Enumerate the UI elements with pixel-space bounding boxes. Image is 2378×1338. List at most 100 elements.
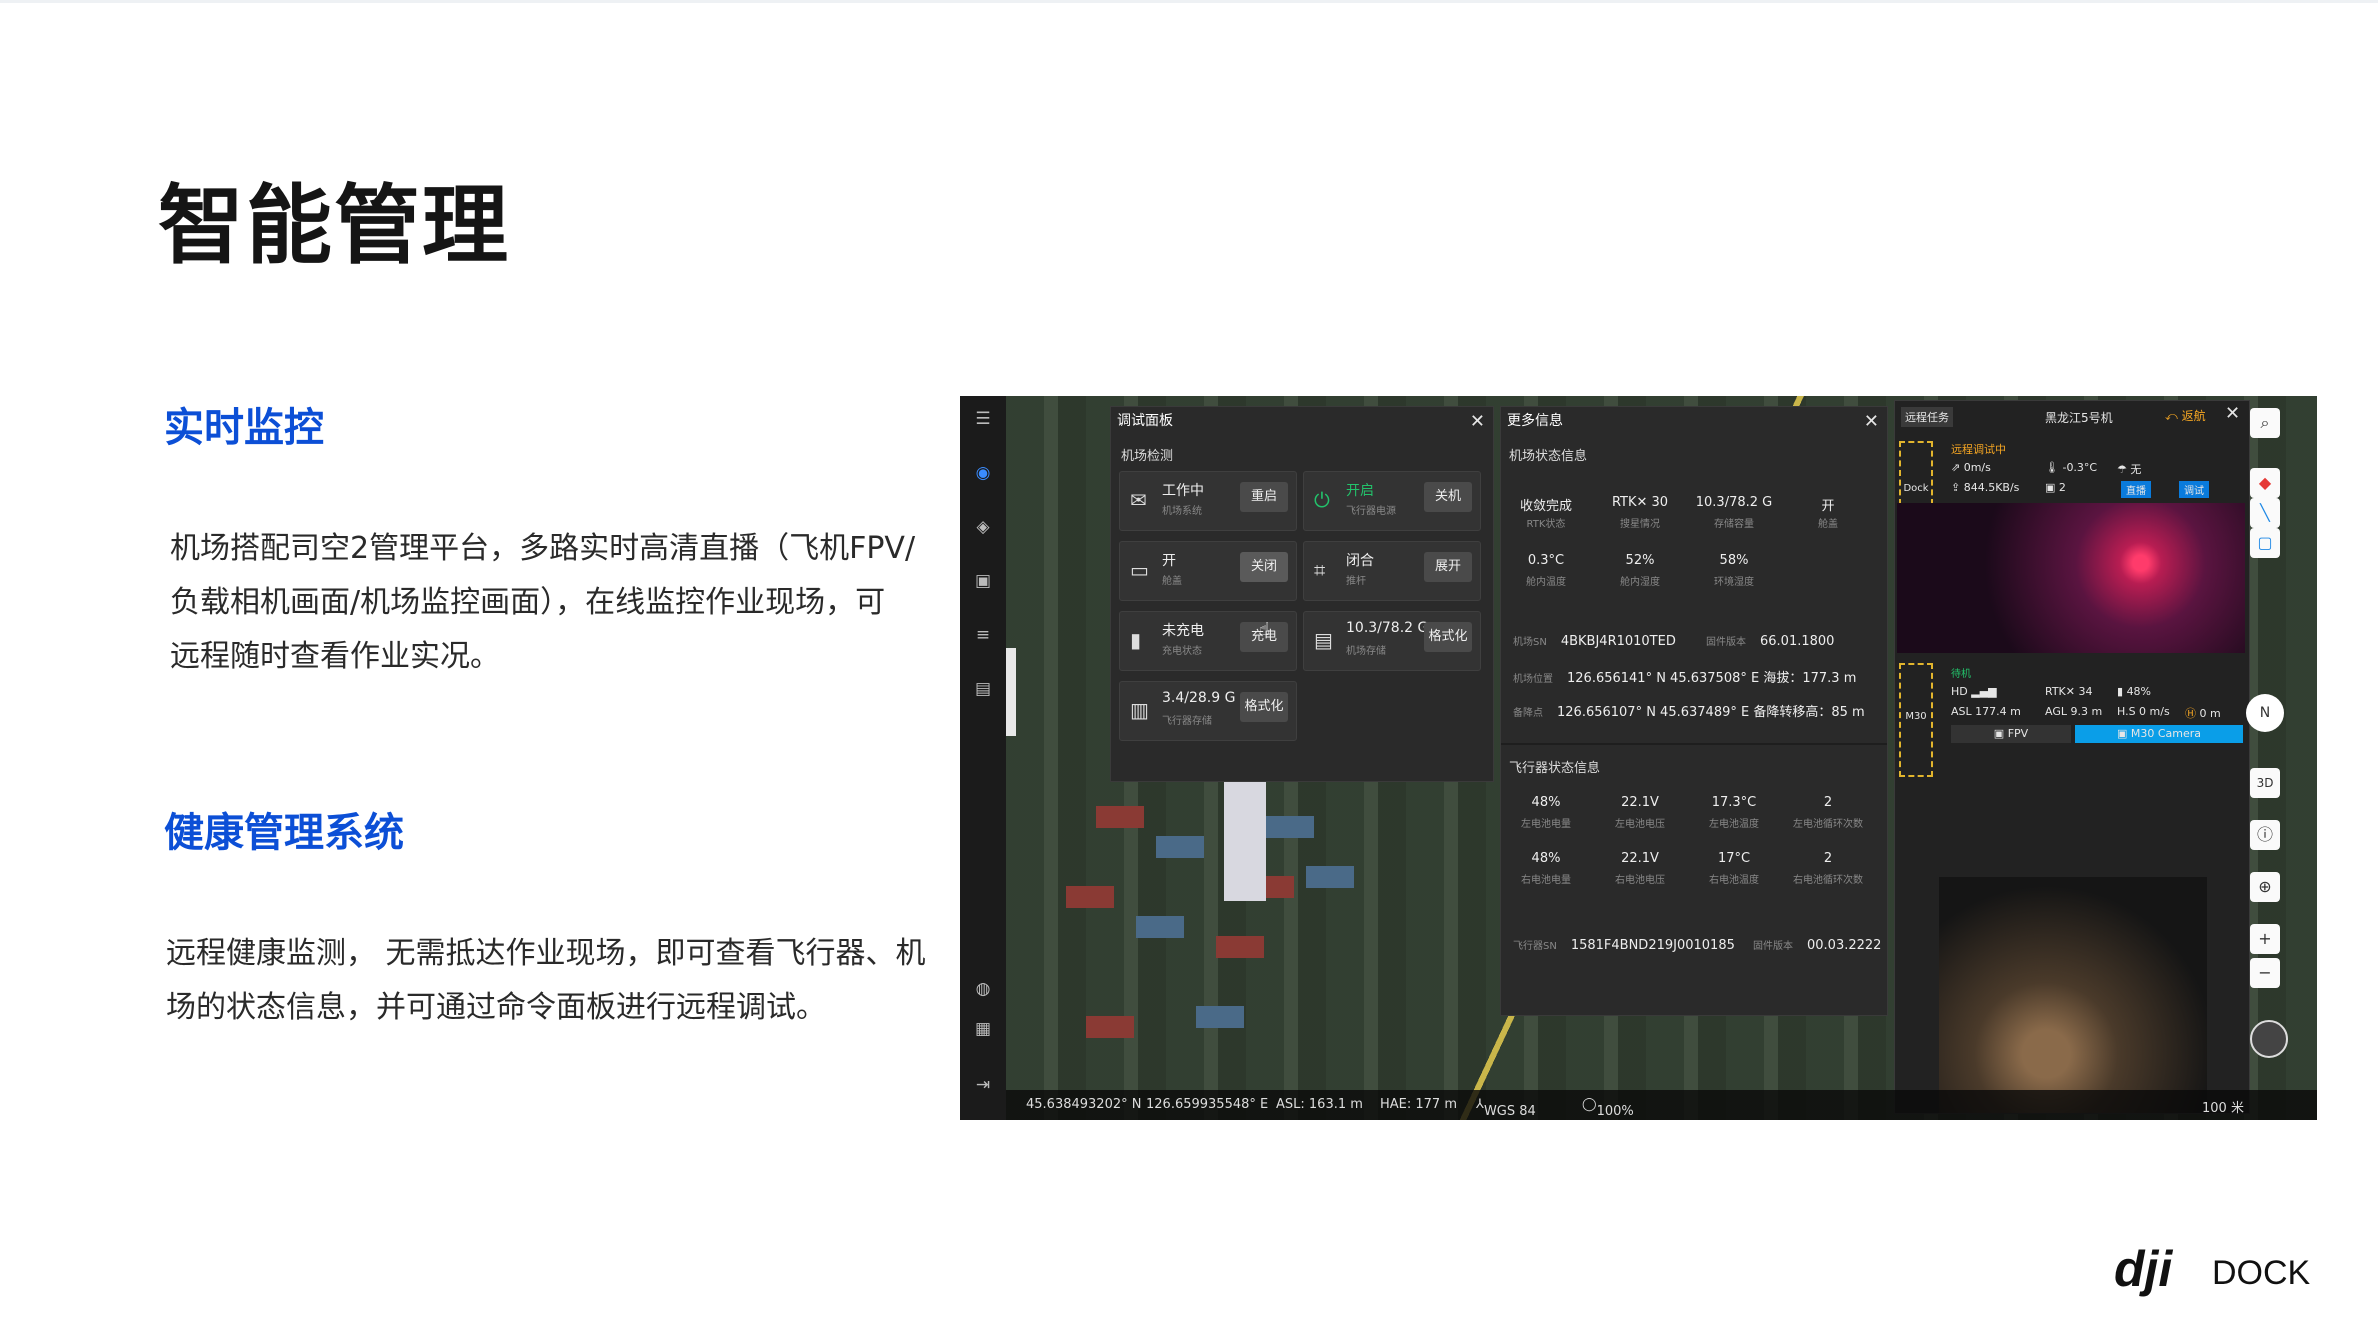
layers-icon[interactable]: ◈ [972, 516, 994, 538]
map-building [1196, 1006, 1244, 1028]
aircraft-firmware-value: 00.03.2222 [1807, 938, 1882, 953]
calendar-icon[interactable]: ▤ [972, 678, 994, 700]
m30-thumbnail[interactable]: M30 [1899, 663, 1933, 777]
dock-storage-value: 10.3/78.2 G [1346, 620, 1429, 636]
datum-value: WGS 84 [1483, 1104, 1536, 1119]
dock-status-cell: ✉ 工作中 机场系统 重启 [1119, 471, 1297, 531]
live-button[interactable]: 直播 [2121, 481, 2151, 498]
map-building [1216, 936, 1264, 958]
pin-icon[interactable]: ◆ [2250, 468, 2280, 498]
close-icon[interactable]: ✕ [1864, 411, 1879, 432]
compass-icon[interactable]: N [2246, 694, 2284, 732]
debug-panel-title: 调试面板 [1117, 413, 1173, 429]
dock-product: DOCK [2212, 1254, 2311, 1292]
aircraft-power-cell: ⏻ 开启 飞行器电源 关机 [1303, 471, 1481, 531]
3d-toggle[interactable]: 3D [2250, 768, 2280, 798]
list-icon[interactable]: ≡ [972, 624, 994, 646]
putter-icon: ⌗ [1314, 558, 1326, 582]
hae: HAE: 177 m [1380, 1097, 1458, 1112]
alternate-point-label: 备降点 [1513, 708, 1543, 719]
latitude: 45.638493202° N [1026, 1097, 1142, 1112]
battery-percent: 100% [1596, 1104, 1634, 1119]
rtk-readout: RTK✕ 34 [2045, 685, 2093, 698]
charge-cell: ▮ 未充电 充电状态 充电 [1119, 611, 1297, 671]
alternate-point-value: 126.656107° N 45.637489° E 备降转移高：85 m [1557, 705, 1865, 720]
monitoring-description: 机场搭配司空2管理平台，多路实时高清直播（飞机FPV/ 负载相机画面/机场监控画… [170, 522, 950, 684]
globe-icon[interactable]: ◍ [972, 978, 994, 1000]
task-icon[interactable]: ☰ [972, 408, 994, 430]
aircraft-sn-row: 飞行器SN 1581F4BND219J0010185 固件版本 00.03.2222 [1513, 937, 1881, 953]
dock-position-row: 机场位置 126.656141° N 45.637508° E 海拔：177.3 … [1513, 667, 1856, 686]
live-panel: 远程任务 黑龙江5号机 ⤺ 返航 ✕ Dock 远程调试中 ⇗ 0m/s 🌡 -… [1894, 400, 2250, 1114]
settings-icon[interactable]: ▦ [972, 1018, 994, 1040]
aircraft-storage-cell: ▥ 3.4/28.9 G 飞行器存储 格式化 [1119, 681, 1297, 741]
right-battery-voltage-label: 右电池电压 [1615, 875, 1665, 886]
zoom-out-icon[interactable]: − [2250, 958, 2280, 988]
camera-tab[interactable]: ▣ M30 Camera [2075, 725, 2243, 743]
remote-task-tab[interactable]: 远程任务 [1901, 407, 1953, 427]
dock-thumbnail[interactable]: Dock [1899, 441, 1933, 505]
search-icon[interactable]: ⌕ [2250, 408, 2280, 438]
logout-icon[interactable]: ⇥ [972, 1074, 994, 1096]
rate-value: 844.5KB/s [1963, 481, 2020, 494]
hd-readout: HD ▂▄▆ [1951, 685, 1997, 698]
fpv-tab[interactable]: ▣ FPV [1951, 725, 2071, 743]
return-label: 返航 [2181, 409, 2206, 423]
device-icon[interactable]: ◉ [972, 462, 994, 484]
map-scale: 100 米 [2202, 1101, 2244, 1116]
dock-site-marker [1224, 781, 1266, 901]
right-battery-level-label: 右电池电量 [1521, 875, 1571, 886]
globe-icon[interactable] [2250, 1020, 2288, 1058]
panel-collapse-handle[interactable] [1006, 648, 1016, 736]
cover-icon: ▭ [1130, 558, 1149, 582]
panel-divider [1501, 743, 1887, 745]
media-icon[interactable]: ▣ [972, 570, 994, 592]
dock-label: Dock [1903, 483, 1929, 494]
return-button[interactable]: ⤺ 返航 [2165, 407, 2206, 424]
zoom-in-icon[interactable]: + [2250, 924, 2280, 954]
right-battery-temp-label: 右电池温度 [1709, 875, 1759, 886]
aircraft-sn-value: 1581F4BND219J0010185 [1570, 938, 1735, 953]
info-icon[interactable]: ⓘ [2250, 820, 2280, 850]
dji-logo-mark: dji DOCK [2114, 1241, 2311, 1297]
locate-icon[interactable]: ⊕ [2250, 872, 2280, 902]
storage-icon: ▤ [1314, 628, 1333, 652]
map-building [1306, 866, 1354, 888]
format-aircraft-button[interactable]: 格式化 [1240, 692, 1288, 722]
wind-readout: ☂ 无 [2117, 463, 2142, 476]
longitude: 126.659935548° E [1146, 1097, 1269, 1112]
format-dock-button[interactable]: 格式化 [1424, 622, 1472, 652]
close-cover-button[interactable]: 关闭 [1240, 552, 1288, 582]
expand-button[interactable]: 展开 [1424, 552, 1472, 582]
alternate-point-row: 备降点 126.656107° N 45.637489° E 备降转移高：85 m [1513, 701, 1873, 720]
cover-status-label: 舱盖 [1818, 519, 1838, 530]
restart-button[interactable]: 重启 [1240, 482, 1288, 512]
m30-status: 待机 [1951, 669, 1971, 680]
camera-video-feed[interactable] [1939, 877, 2207, 1113]
dock-status-label: 机场系统 [1162, 506, 1202, 517]
right-battery-voltage: 22.1V [1621, 851, 1659, 866]
right-battery-temp: 17°C [1717, 851, 1751, 866]
left-battery-cycles: 2 [1823, 795, 1833, 810]
shutdown-button[interactable]: 关机 [1424, 482, 1472, 512]
more-info-title: 更多信息 [1507, 413, 1563, 429]
cabin-humidity-value: 52% [1625, 553, 1655, 568]
dji-brand: dji [2114, 1241, 2173, 1297]
polygon-icon[interactable]: ▢ [2250, 528, 2280, 558]
rate-readout: ⇪ 844.5KB/s [1951, 481, 2020, 494]
close-icon[interactable]: ✕ [2225, 403, 2240, 424]
line-icon[interactable]: ╲ [2250, 498, 2280, 528]
close-icon[interactable]: ✕ [1470, 411, 1485, 432]
datum: ⅄ WGS 84 [1476, 1097, 1536, 1119]
map-building [1156, 836, 1204, 858]
section-heading-health: 健康管理系统 [164, 810, 404, 856]
map-building [1136, 916, 1184, 938]
cabin-temp-label: 舱内温度 [1526, 577, 1566, 588]
dock-video-feed[interactable] [1897, 503, 2245, 653]
satellite-value: RTK✕ 30 [1611, 495, 1669, 510]
home-value: 0 m [2199, 707, 2221, 720]
monitoring-line: 机场搭配司空2管理平台，多路实时高清直播（飞机FPV/ [170, 531, 916, 566]
debug-button[interactable]: 调试 [2179, 481, 2209, 498]
satellite-label: 搜星情况 [1620, 519, 1660, 530]
dock-sn-label: 机场SN [1513, 637, 1547, 648]
